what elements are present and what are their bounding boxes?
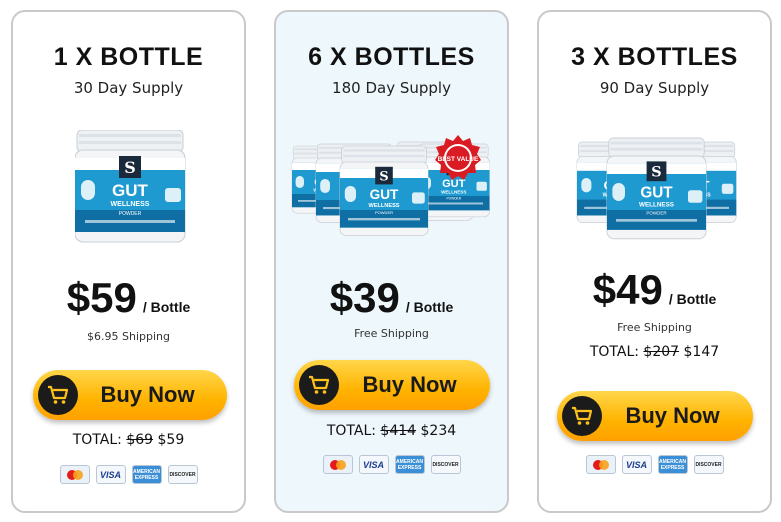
payment-methods: VISA AMERICAN EXPRESS DISCOVER (13, 465, 244, 484)
mastercard-icon (59, 465, 90, 484)
mastercard-icon (322, 455, 353, 474)
buy-now-label: Buy Now (362, 372, 457, 397)
visa-icon: VISA (95, 465, 126, 484)
cart-icon (38, 375, 78, 415)
total-label: TOTAL: (589, 344, 644, 360)
offer-card-2: 6 X BOTTLES 180 Day Supply BEST VALUE $3… (274, 10, 509, 513)
offer-price: $59 (66, 274, 137, 321)
offer-per-unit: / Bottle (668, 291, 717, 307)
payment-methods: VISA AMERICAN EXPRESS DISCOVER (276, 455, 507, 474)
offer-price: $49 (592, 266, 663, 313)
best-value-badge: BEST VALUE (435, 135, 481, 180)
new-total: $147 (683, 344, 720, 360)
visa-icon: VISA (358, 455, 389, 474)
offer-per-unit: / Bottle (142, 299, 191, 315)
offer-per-unit: / Bottle (405, 299, 454, 315)
offer-total: TOTAL: $69 $59 (13, 432, 244, 448)
amex-icon: AMERICAN EXPRESS (657, 455, 688, 474)
offer-shipping: $6.95 Shipping (87, 330, 170, 343)
buy-now-label: Buy Now (625, 403, 720, 428)
buy-now-button[interactable]: Buy Now (33, 370, 227, 420)
old-total: $69 (126, 432, 154, 448)
offer-supply: 90 Day Supply (599, 79, 710, 97)
offer-title: 3 X BOTTLES (571, 43, 738, 71)
buy-now-label: Buy Now (100, 382, 195, 407)
visa-icon: VISA (621, 455, 652, 474)
offer-shipping: Free Shipping (354, 327, 429, 340)
discover-icon: DISCOVER (430, 455, 461, 474)
total-label: TOTAL: (72, 432, 127, 448)
total-label: TOTAL: (326, 423, 381, 439)
offer-total: TOTAL: $414 $234 (276, 423, 507, 439)
old-total: $414 (380, 423, 417, 439)
buy-now-button[interactable]: Buy Now (557, 391, 753, 441)
best-value-label: BEST VALUE (438, 156, 479, 163)
product-image (576, 137, 737, 240)
buy-now-button[interactable]: Buy Now (294, 360, 490, 410)
mastercard-icon (585, 455, 616, 474)
product-image (75, 130, 186, 243)
new-total: $234 (420, 423, 457, 439)
offer-shipping: Free Shipping (617, 321, 692, 334)
cart-icon (299, 365, 339, 405)
offer-price: $39 (329, 274, 400, 321)
offer-supply: 30 Day Supply (73, 79, 184, 97)
offer-supply: 180 Day Supply (332, 79, 451, 97)
offer-card-3: 3 X BOTTLES 90 Day Supply $49 / Bottle F… (537, 10, 772, 513)
old-total: $207 (643, 344, 680, 360)
cart-icon (562, 396, 602, 436)
offer-title: 1 X BOTTLE (53, 43, 204, 71)
discover-icon: DISCOVER (693, 455, 724, 474)
amex-icon: AMERICAN EXPRESS (131, 465, 162, 484)
offer-title: 6 X BOTTLES (308, 43, 475, 71)
payment-methods: VISA AMERICAN EXPRESS DISCOVER (539, 455, 770, 474)
new-total: $59 (157, 432, 185, 448)
offer-card-1: 1 X BOTTLE 30 Day Supply $59 / Bottle $6… (11, 10, 246, 513)
amex-icon: AMERICAN EXPRESS (394, 455, 425, 474)
offer-total-top: TOTAL: $207 $147 (539, 344, 770, 360)
discover-icon: DISCOVER (167, 465, 198, 484)
